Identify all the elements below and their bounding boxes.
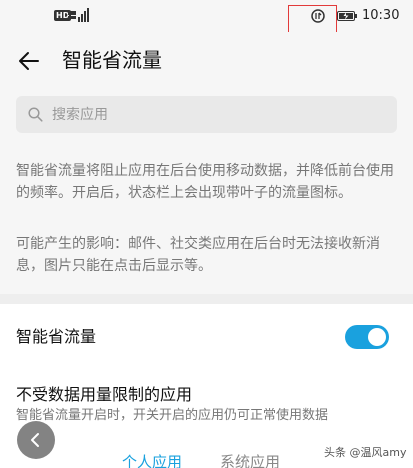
description-paragraph: 智能省流量将阻止应用在后台使用移动数据，并降低前台使用的频率。开启后，状态栏上会… bbox=[16, 163, 394, 201]
impact-paragraph: 可能产生的影响：邮件、社交类应用在后台时无法接收新消息，图片只能在点击后显示等。 bbox=[16, 236, 380, 274]
toggle-knob bbox=[368, 328, 386, 346]
watermark: 头条 @温风amy bbox=[324, 446, 407, 460]
back-button[interactable] bbox=[14, 46, 44, 76]
search-input[interactable] bbox=[52, 96, 382, 133]
app-bar: 智能省流量 bbox=[0, 32, 413, 88]
unrestricted-apps-title: 不受数据用量限制的应用 bbox=[16, 385, 193, 404]
signal-icon bbox=[68, 8, 89, 22]
search-icon bbox=[28, 107, 43, 122]
page-title: 智能省流量 bbox=[62, 48, 162, 72]
status-bar: HD 10:30 bbox=[0, 0, 413, 35]
battery-icon bbox=[337, 11, 357, 21]
data-saver-toggle[interactable] bbox=[345, 325, 389, 349]
unrestricted-apps-subtitle: 智能省流量开启时，开关开启的应用仍可正常使用数据 bbox=[16, 408, 329, 423]
info-section: 智能省流量将阻止应用在后台使用移动数据，并降低前台使用的频率。开启后，状态栏上会… bbox=[0, 88, 413, 294]
arrow-left-icon bbox=[19, 52, 39, 70]
data-saver-label: 智能省流量 bbox=[16, 327, 97, 346]
chevron-left-icon bbox=[31, 433, 39, 447]
floating-back-button[interactable] bbox=[17, 421, 55, 459]
status-time: 10:30 bbox=[362, 8, 400, 23]
settings-section: 智能省流量 不受数据用量限制的应用 智能省流量开启时，开关开启的应用仍可正常使用… bbox=[0, 304, 413, 468]
search-box[interactable] bbox=[16, 96, 397, 133]
highlight-box bbox=[288, 5, 337, 35]
tab-personal-apps[interactable]: 个人应用 bbox=[122, 452, 182, 468]
tab-system-apps[interactable]: 系统应用 bbox=[220, 452, 280, 468]
section-divider bbox=[0, 294, 413, 304]
